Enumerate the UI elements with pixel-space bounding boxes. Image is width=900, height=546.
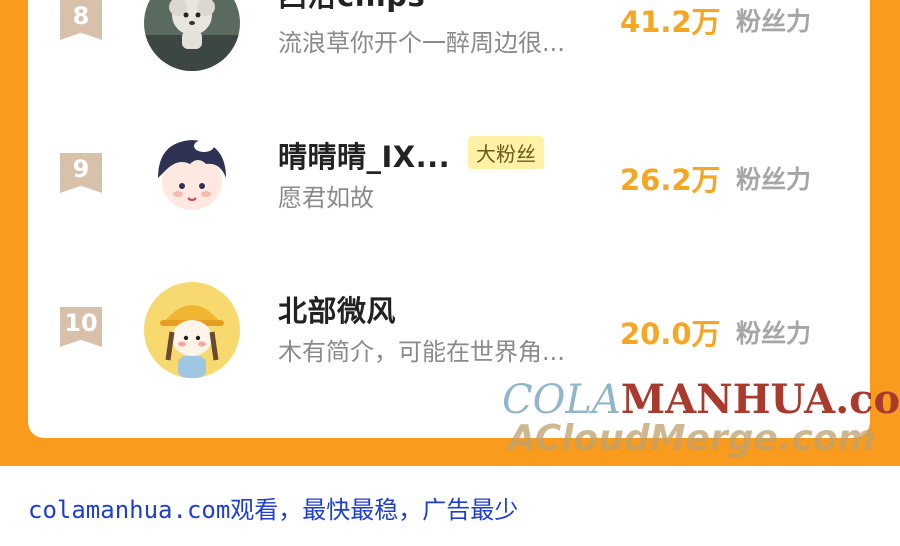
user-bio: 愿君如故 (278, 184, 374, 212)
fan-badge: 大粉丝 (468, 136, 544, 169)
anime-boy-avatar-icon (144, 128, 240, 224)
watermark-light-part: COLA (502, 377, 621, 423)
rank-badge: 9 (60, 153, 102, 193)
user-name[interactable]: 晴晴晴_IX... (278, 134, 450, 176)
footer-promo-text[interactable]: colamanhua.com观看，最快最稳，广告最少 (28, 490, 518, 525)
rank-badge: 10 (60, 307, 102, 347)
girl-hat-avatar-icon (144, 282, 240, 378)
dog-avatar-icon (144, 0, 240, 71)
fans-label: 粉丝力 (736, 319, 812, 348)
rank-badge: 8 (60, 0, 102, 40)
watermark-bold-part: MANHUA.com (620, 376, 900, 423)
ranking-row[interactable]: 8 西洛chips 流浪草你开个一醉周边很... 41.2万 粉丝力 (28, 0, 870, 95)
avatar[interactable] (144, 128, 240, 224)
fans-value: 20.0万 (620, 317, 721, 351)
ranking-card: 8 西洛chips 流浪草你开个一醉周边很... 41.2万 粉丝力 (28, 0, 870, 438)
avatar[interactable] (144, 282, 240, 378)
fans-value: 26.2万 (620, 163, 721, 197)
user-name[interactable]: 西洛chips (278, 0, 425, 15)
fans-label: 粉丝力 (736, 165, 812, 194)
user-bio: 木有简介，可能在世界角... (278, 338, 565, 366)
avatar[interactable] (144, 0, 240, 71)
watermark-acloudmerge: ACloudMerge.com (508, 418, 876, 459)
watermark-colamanhua: COLAMANHUA.com (502, 376, 900, 423)
fans-value: 41.2万 (620, 5, 721, 39)
user-bio: 流浪草你开个一醉周边很... (278, 29, 565, 57)
fans-label: 粉丝力 (736, 7, 812, 36)
ranking-row[interactable]: 9 晴晴晴_IX... 大粉丝 愿君如故 26.2万 粉丝力 (28, 128, 870, 248)
user-name[interactable]: 北部微风 (278, 288, 396, 330)
